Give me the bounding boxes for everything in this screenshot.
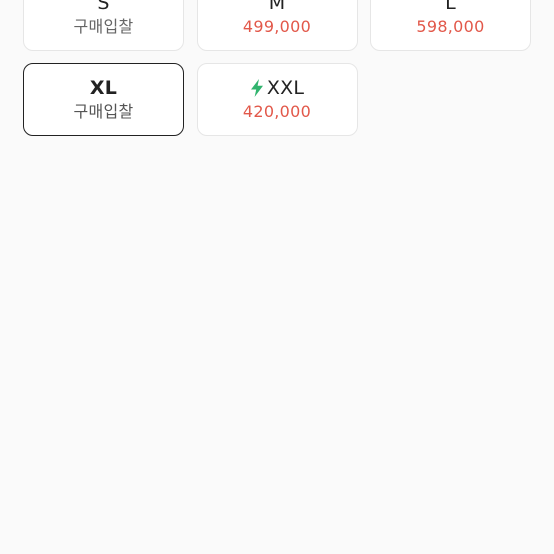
size-grid: S 구매입찰 M 499,000 L 598,000 XL 구매입찰 XXL 4… <box>23 0 531 136</box>
lightning-bolt-icon <box>250 79 264 97</box>
size-select-page: S 구매입찰 M 499,000 L 598,000 XL 구매입찰 XXL 4… <box>0 0 554 554</box>
size-option-l[interactable]: L 598,000 <box>370 0 531 51</box>
size-price: 598,000 <box>416 17 485 36</box>
size-option-m[interactable]: M 499,000 <box>196 0 358 51</box>
size-label: S <box>97 0 110 14</box>
size-label: L <box>445 0 456 14</box>
size-label: XL <box>89 77 118 99</box>
size-label: M <box>268 0 286 14</box>
size-option-xl[interactable]: XL 구매입찰 <box>23 63 184 136</box>
size-option-s[interactable]: S 구매입찰 <box>23 0 184 51</box>
size-price: 499,000 <box>242 17 312 36</box>
size-price: 구매입찰 <box>73 17 134 36</box>
size-price: 420,000 <box>242 102 312 121</box>
size-label: XXL <box>266 77 305 99</box>
size-option-xxl[interactable]: XXL 420,000 <box>196 63 358 136</box>
size-price: 구매입찰 <box>73 102 134 121</box>
